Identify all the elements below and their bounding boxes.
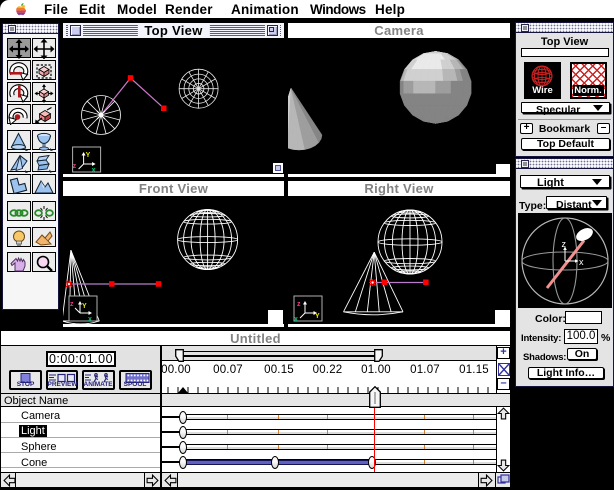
- svg-text:x: x: [579, 257, 584, 267]
- svg-text:z: z: [562, 239, 567, 249]
- svg-text:x: x: [92, 167, 96, 174]
- svg-text:z: z: [297, 301, 301, 308]
- svg-text:Y: Y: [86, 152, 91, 159]
- svg-text:Y: Y: [315, 313, 320, 320]
- svg-text:x: x: [294, 316, 298, 323]
- svg-text:z: z: [70, 301, 74, 308]
- svg-text:Y: Y: [82, 303, 87, 310]
- svg-text:x: x: [88, 316, 92, 323]
- svg-text:z: z: [73, 163, 77, 170]
